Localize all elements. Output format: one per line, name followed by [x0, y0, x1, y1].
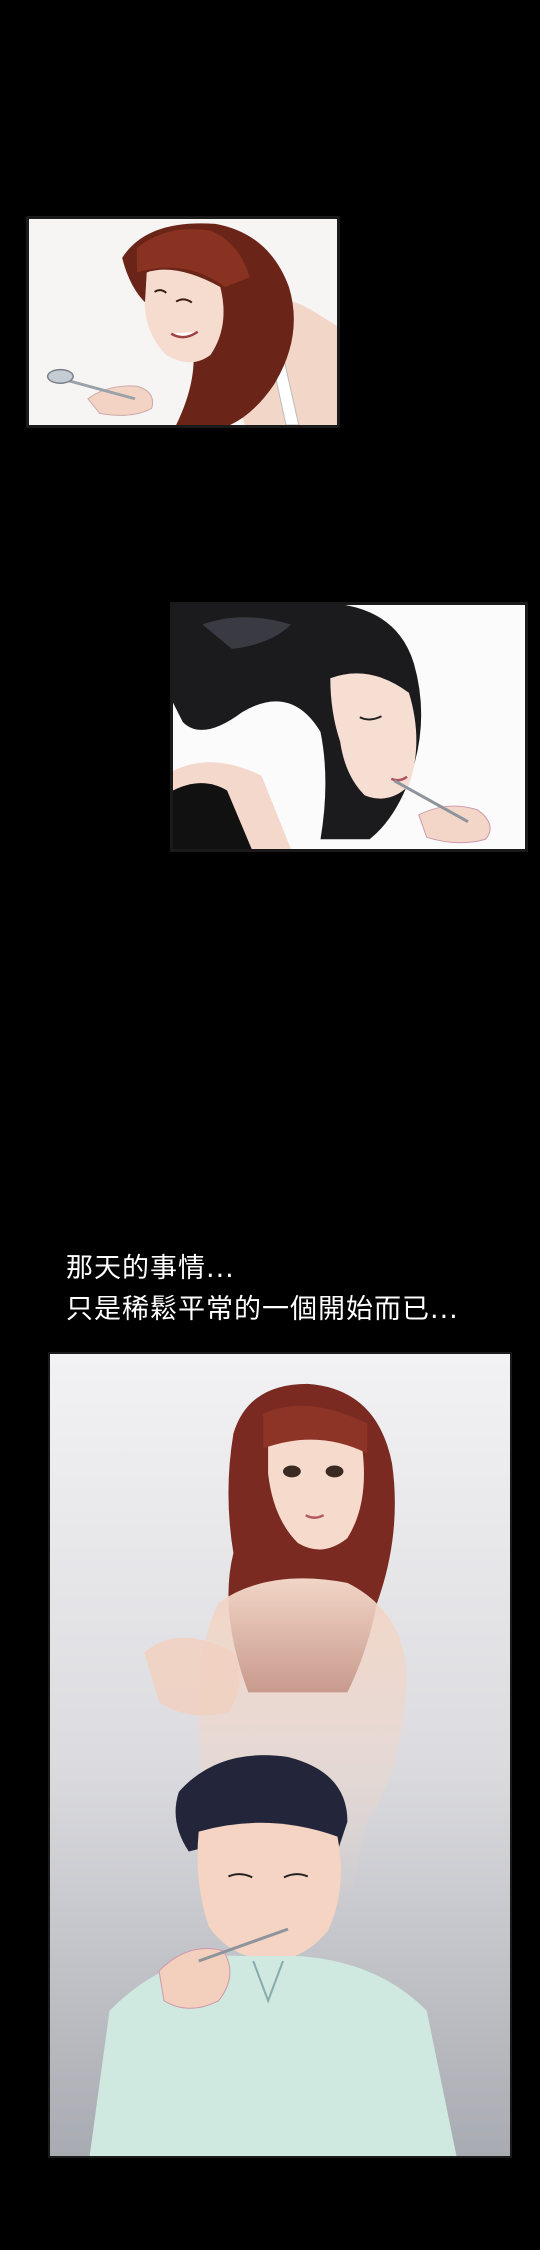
narration-line-1: 那天的事情... [66, 1253, 235, 1284]
panel-2-illustration [173, 605, 525, 849]
panel-1-illustration [29, 219, 337, 425]
comic-panel-3 [48, 1352, 512, 2158]
narration-line-2: 只是稀鬆平常的一個開始而已... [66, 1294, 459, 1325]
comic-panel-1 [26, 216, 340, 428]
comic-panel-2 [170, 602, 528, 852]
panel-3-illustration [50, 1354, 510, 2156]
narration-caption: 那天的事情... 只是稀鬆平常的一個開始而已... [66, 1248, 459, 1330]
